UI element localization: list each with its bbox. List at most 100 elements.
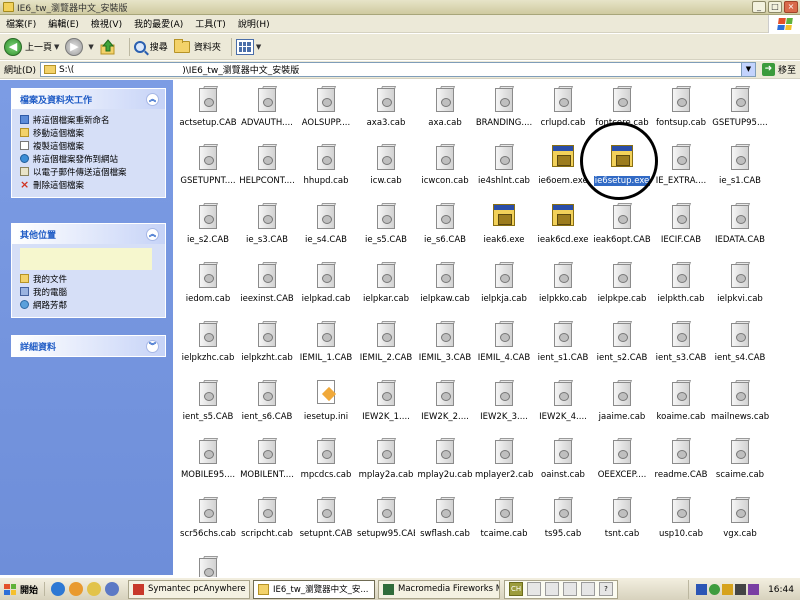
file-item[interactable]: tsnt.cab bbox=[593, 495, 651, 539]
file-item[interactable]: ielpkvi.cab bbox=[711, 260, 769, 304]
expand-icon[interactable]: ︾ bbox=[146, 339, 159, 353]
file-item[interactable]: IECIF.CAB bbox=[652, 201, 710, 245]
maximize-button[interactable]: □ bbox=[768, 1, 782, 13]
file-item[interactable]: IEMIL_4.CAB bbox=[475, 319, 533, 363]
keyboard-icon[interactable] bbox=[527, 582, 542, 596]
task-email[interactable]: 以電子郵件傳送這個檔案 bbox=[20, 165, 159, 178]
file-item[interactable]: axa.cab bbox=[416, 84, 474, 128]
views-button[interactable]: ▼ bbox=[235, 38, 261, 55]
file-item[interactable]: axa3.cab bbox=[357, 84, 415, 128]
file-item[interactable]: ie_s2.CAB bbox=[179, 201, 237, 245]
file-item[interactable]: IEMIL_1.CAB bbox=[297, 319, 355, 363]
file-item[interactable]: GSETUP95.... bbox=[711, 84, 769, 128]
file-item[interactable]: ielpkad.cab bbox=[297, 260, 355, 304]
collapse-icon[interactable]: ︽ bbox=[146, 227, 159, 241]
task-rename[interactable]: 將這個檔案重新命名 bbox=[20, 113, 159, 126]
file-item[interactable]: icwcon.cab bbox=[416, 142, 474, 186]
file-item[interactable]: ielpkja.cab bbox=[475, 260, 533, 304]
file-item[interactable]: actsetup.CAB bbox=[179, 84, 237, 128]
go-button[interactable]: ➜ 移至 bbox=[761, 63, 796, 76]
file-item[interactable]: setupnt.CAB bbox=[297, 495, 355, 539]
file-item-selected[interactable]: ie6setup.exe bbox=[593, 142, 651, 189]
speaker-icon[interactable] bbox=[735, 584, 747, 595]
file-item[interactable]: ie_s3.CAB bbox=[238, 201, 296, 245]
file-item[interactable]: ieexinst.CAB bbox=[238, 260, 296, 304]
input-mode-icon[interactable] bbox=[581, 582, 596, 596]
file-item[interactable]: ielpkko.cab bbox=[534, 260, 592, 304]
chevron-down-icon[interactable]: ▼ bbox=[256, 43, 261, 51]
file-item[interactable]: setupw95.CAB bbox=[357, 495, 415, 539]
task-fireworks[interactable]: Macromedia Fireworks M... bbox=[378, 579, 501, 599]
file-item[interactable]: ielpkzht.cab bbox=[238, 319, 296, 363]
shield-icon[interactable] bbox=[709, 584, 721, 595]
parent-folder-link[interactable] bbox=[20, 248, 152, 270]
file-item[interactable]: MOBILE95.... bbox=[179, 436, 237, 480]
file-item[interactable]: IEW2K_2.... bbox=[416, 378, 474, 422]
file-item[interactable]: ieak6.exe bbox=[475, 201, 533, 245]
collapse-icon[interactable]: ︽ bbox=[146, 92, 159, 106]
file-item[interactable]: mplay2a.cab bbox=[357, 436, 415, 480]
task-copy[interactable]: 複製這個檔案 bbox=[20, 139, 159, 152]
input-lang-indicator[interactable]: CH bbox=[509, 582, 524, 596]
file-item[interactable]: ient_s3.CAB bbox=[652, 319, 710, 363]
file-item[interactable]: ie_s5.CAB bbox=[357, 201, 415, 245]
menu-help[interactable]: 說明(H) bbox=[232, 17, 276, 30]
start-button[interactable]: 開始 bbox=[0, 580, 44, 599]
place-my-documents[interactable]: 我的文件 bbox=[20, 272, 159, 285]
file-item[interactable]: ie6oem.exe bbox=[534, 142, 592, 186]
file-item[interactable]: usp10.cab bbox=[652, 495, 710, 539]
file-item[interactable]: iesetup.ini bbox=[297, 378, 355, 422]
media-icon[interactable] bbox=[69, 582, 84, 596]
menu-file[interactable]: 檔案(F) bbox=[0, 17, 42, 30]
file-item[interactable]: mplay2u.cab bbox=[416, 436, 474, 480]
ie-icon[interactable] bbox=[51, 582, 66, 596]
chevron-down-icon[interactable]: ▼ bbox=[54, 43, 59, 51]
file-item[interactable]: IE_EXTRA.... bbox=[652, 142, 710, 186]
file-item[interactable]: ie4shlnt.cab bbox=[475, 142, 533, 186]
file-item[interactable]: ielpkaw.cab bbox=[416, 260, 474, 304]
file-item[interactable]: mplayer2.cab bbox=[475, 436, 533, 480]
file-item[interactable]: ielpkpe.cab bbox=[593, 260, 651, 304]
file-item[interactable]: fontsup.cab bbox=[652, 84, 710, 128]
file-item[interactable]: ie_s1.CAB bbox=[711, 142, 769, 186]
file-item[interactable]: ie_s6.CAB bbox=[416, 201, 474, 245]
file-item[interactable]: koaime.cab bbox=[652, 378, 710, 422]
file-item[interactable]: ient_s1.CAB bbox=[534, 319, 592, 363]
chevron-down-icon[interactable]: ▼ bbox=[88, 43, 93, 51]
file-item[interactable]: MOBILENT.... bbox=[238, 436, 296, 480]
menu-view[interactable]: 檢視(V) bbox=[85, 17, 128, 30]
file-item[interactable]: IEW2K_1.... bbox=[357, 378, 415, 422]
file-item[interactable]: ieak6cd.exe bbox=[534, 201, 592, 245]
file-item[interactable]: fontcore.cab bbox=[593, 84, 651, 128]
menu-edit[interactable]: 編輯(E) bbox=[42, 17, 85, 30]
file-item[interactable]: ient_s4.CAB bbox=[711, 319, 769, 363]
address-input[interactable]: S:\( )\IE6_tw_瀏覽器中文_安裝版 ▼ bbox=[39, 62, 756, 77]
task-delete[interactable]: × 刪除這個檔案 bbox=[20, 178, 159, 191]
file-item[interactable]: scripcht.cab bbox=[238, 495, 296, 539]
task-move[interactable]: 移動這個檔案 bbox=[20, 126, 159, 139]
search-button[interactable]: 搜尋 bbox=[133, 40, 168, 53]
file-item[interactable]: vgx.cab bbox=[711, 495, 769, 539]
outlook-icon[interactable] bbox=[87, 582, 102, 596]
file-item[interactable]: ient_s2.CAB bbox=[593, 319, 651, 363]
other-places-header[interactable]: 其他位置 ︽ bbox=[12, 224, 165, 244]
update-icon[interactable] bbox=[722, 584, 734, 595]
place-network[interactable]: 網路芳鄰 bbox=[20, 298, 159, 311]
help-icon[interactable]: ? bbox=[599, 582, 614, 596]
up-folder-button[interactable] bbox=[100, 38, 119, 55]
file-item[interactable]: swflash.cab bbox=[416, 495, 474, 539]
file-item[interactable]: scaime.cab bbox=[711, 436, 769, 480]
file-item[interactable]: ient_s5.CAB bbox=[179, 378, 237, 422]
file-item[interactable]: mpcdcs.cab bbox=[297, 436, 355, 480]
file-item[interactable]: crlupd.cab bbox=[534, 84, 592, 128]
file-tasks-header[interactable]: 檔案及資料夾工作 ︽ bbox=[12, 89, 165, 109]
place-my-computer[interactable]: 我的電腦 bbox=[20, 285, 159, 298]
minimize-button[interactable]: _ bbox=[752, 1, 766, 13]
menu-tools[interactable]: 工具(T) bbox=[189, 17, 232, 30]
file-item[interactable]: ts95.cab bbox=[534, 495, 592, 539]
tools-icon[interactable] bbox=[545, 582, 560, 596]
app-tray-icon[interactable] bbox=[748, 584, 760, 595]
file-item[interactable]: IEDATA.CAB bbox=[711, 201, 769, 245]
file-item[interactable]: IEW2K_3.... bbox=[475, 378, 533, 422]
file-item[interactable]: readme.CAB bbox=[652, 436, 710, 480]
